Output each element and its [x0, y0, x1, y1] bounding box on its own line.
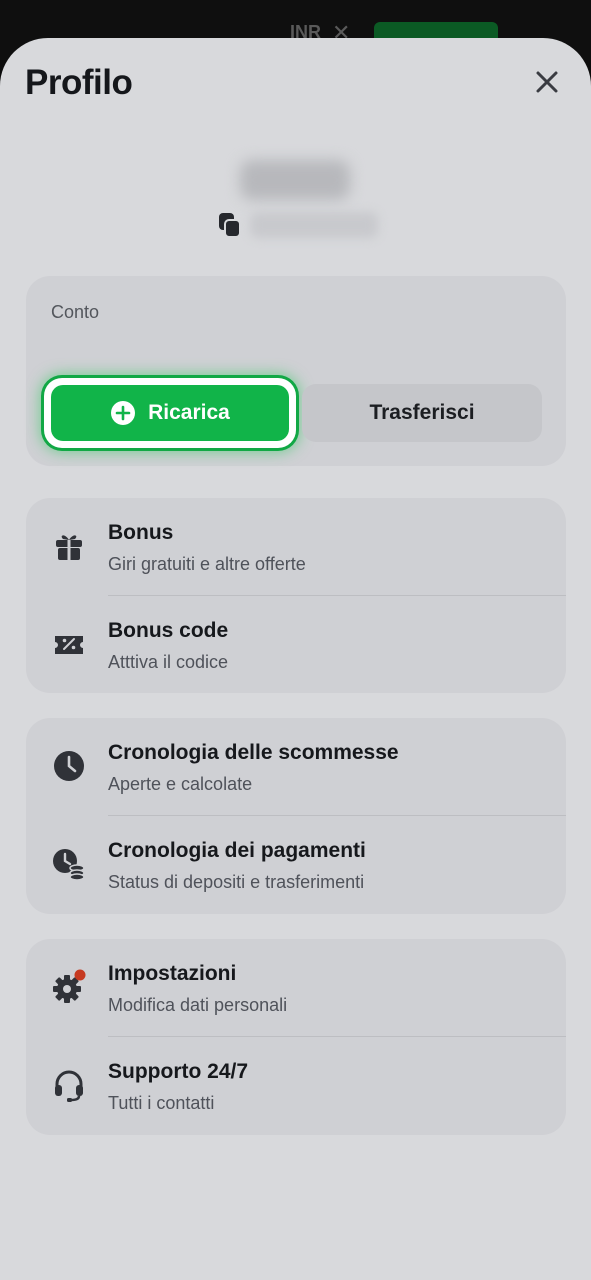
menu-item-bonus-code[interactable]: Bonus code Atttiva il codice: [26, 596, 566, 693]
ticket-icon: [55, 636, 83, 654]
menu-item-title: Supporto 24/7: [108, 1060, 249, 1083]
close-icon[interactable]: [531, 66, 563, 98]
menu-item-subtitle: Aperte e calcolate: [108, 774, 253, 794]
gear-icon: [53, 969, 86, 1003]
menu-item-title: Cronologia delle scommesse: [108, 741, 399, 764]
clock-icon: [54, 751, 84, 781]
copy-icon[interactable]: [216, 210, 244, 240]
menu-item-title: Impostazioni: [108, 962, 237, 985]
clock-coins-icon: [53, 849, 85, 881]
menu-item-subtitle: Status di depositi e trasferimenti: [108, 872, 365, 892]
user-id-blur: [250, 212, 378, 238]
page-title: Profilo: [25, 63, 133, 102]
menu-item-subtitle: Atttiva il codice: [108, 652, 229, 672]
gift-icon: [56, 535, 82, 560]
menu-item-bonus[interactable]: Bonus Giri gratuiti e altre offerte: [26, 498, 566, 596]
user-name-blur: [240, 160, 350, 200]
deposit-button-inner: Ricarica: [51, 385, 289, 441]
deposit-label: Ricarica: [148, 401, 230, 424]
history-card: Cronologia delle scommesse Aperte e calc…: [26, 718, 566, 914]
transfer-label: Trasferisci: [369, 401, 475, 424]
deposit-button[interactable]: Ricarica: [44, 378, 296, 448]
bonus-card: Bonus Giri gratuiti e altre offerte Bonu…: [26, 498, 566, 693]
plus-circle-icon: [111, 401, 136, 425]
menu-item-title: Bonus: [108, 521, 174, 544]
headset-icon: [55, 1070, 83, 1102]
menu-item-bet-history[interactable]: Cronologia delle scommesse Aperte e calc…: [26, 718, 566, 816]
menu-item-settings[interactable]: Impostazioni Modifica dati personali: [26, 939, 566, 1037]
menu-item-subtitle: Modifica dati personali: [108, 995, 288, 1015]
transfer-button[interactable]: Trasferisci: [302, 384, 542, 442]
settings-card: Impostazioni Modifica dati personali Sup…: [26, 939, 566, 1135]
menu-item-subtitle: Giri gratuiti e altre offerte: [108, 554, 306, 574]
account-label: Conto: [51, 302, 100, 322]
menu-item-title: Bonus code: [108, 619, 229, 642]
menu-item-support[interactable]: Supporto 24/7 Tutti i contatti: [26, 1037, 566, 1134]
menu-item-subtitle: Tutti i contatti: [108, 1093, 215, 1113]
menu-item-title: Cronologia dei pagamenti: [108, 839, 366, 862]
menu-item-payment-history[interactable]: Cronologia dei pagamenti Status di depos…: [26, 816, 566, 913]
